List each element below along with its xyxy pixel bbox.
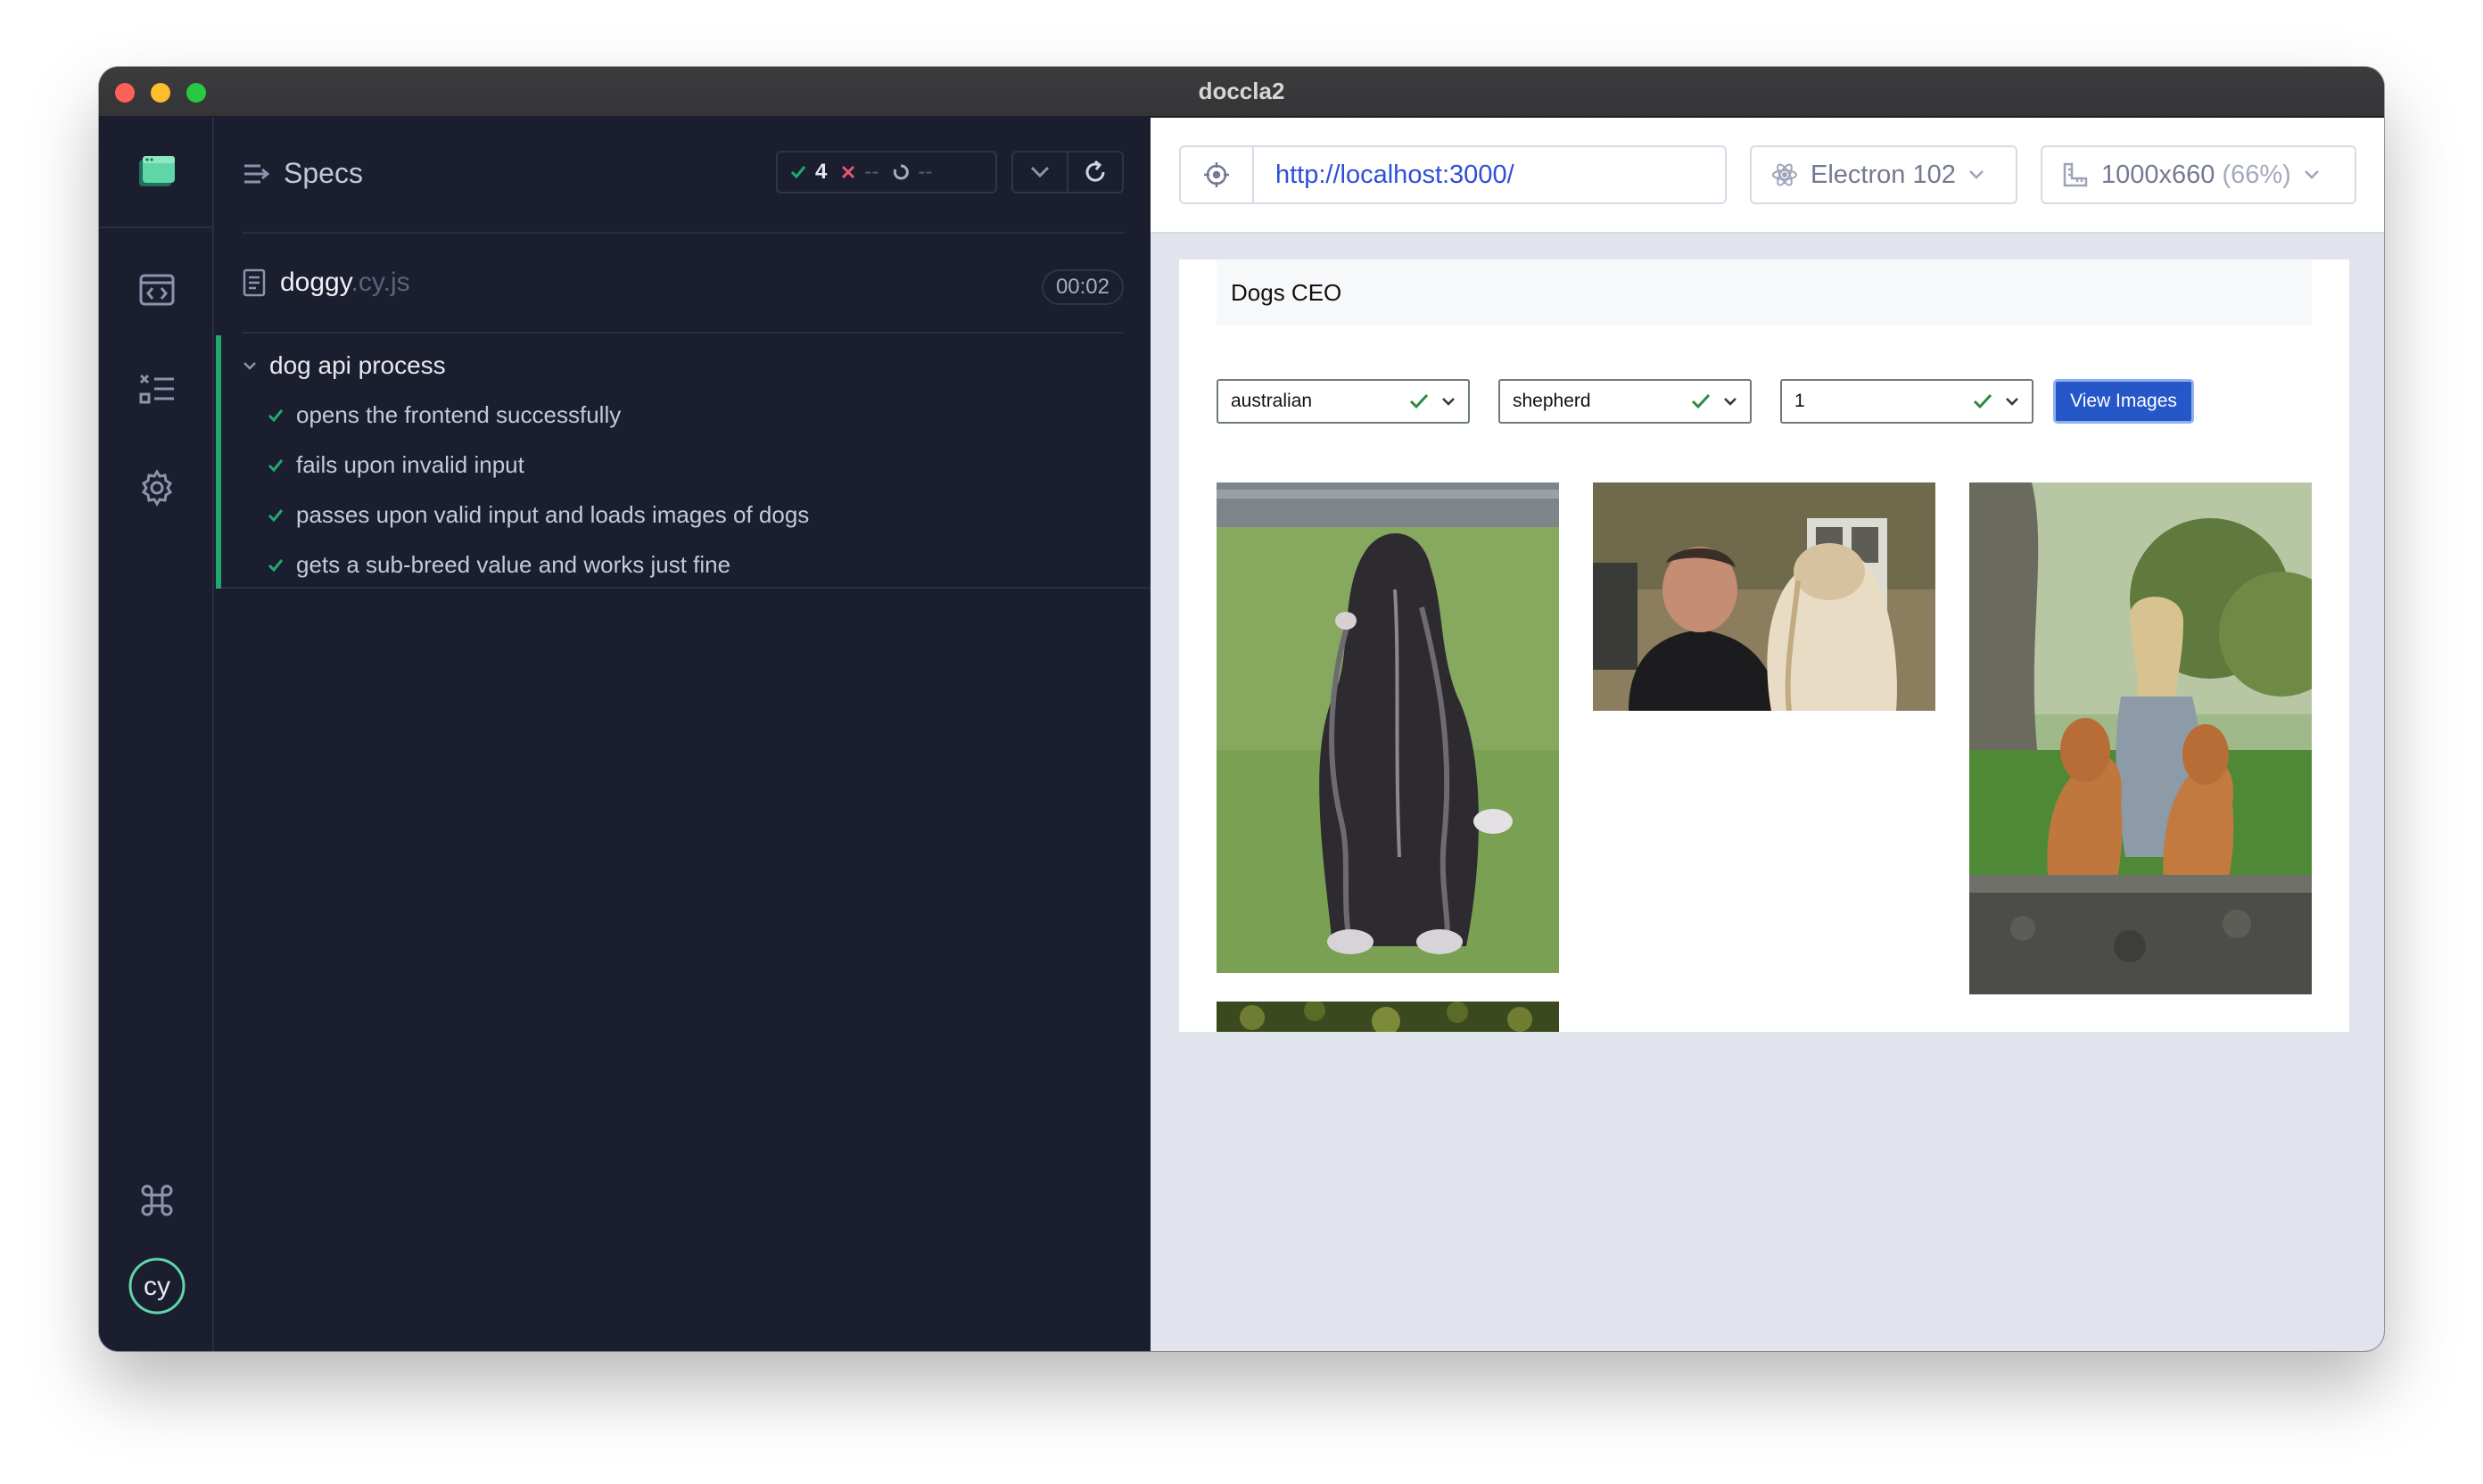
spec-duration: 00:02 [1041, 269, 1124, 305]
valid-check-icon [1409, 393, 1429, 409]
spec-file-name: doggy [280, 268, 351, 297]
specs-toggle[interactable]: Specs [243, 157, 363, 190]
aut-header: http://localhost:3000/ Electron 102 1000… [1151, 118, 2384, 234]
chevron-down-icon [1724, 398, 1736, 406]
url-text[interactable]: http://localhost:3000/ [1254, 147, 1514, 202]
check-icon [268, 558, 284, 572]
minimize-window-button[interactable] [151, 83, 170, 103]
check-icon [790, 166, 806, 179]
window-title: doccla2 [1198, 78, 1285, 104]
check-icon [268, 508, 284, 522]
app-window: doccla2 cy Specs 4 -- -- doggy.cy.js 00:… [99, 67, 2384, 1351]
reporter-header: Specs 4 -- -- [243, 118, 1124, 234]
app-under-test-frame: Dogs CEO australian shepherd 1 View Imag… [1179, 260, 2349, 1032]
view-images-button[interactable]: View Images [2053, 379, 2194, 424]
ruler-icon [2063, 162, 2088, 187]
dog-image[interactable] [1217, 1002, 1559, 1032]
cross-icon [842, 165, 855, 179]
window-controls [115, 83, 206, 103]
suite-status-bar [216, 335, 221, 589]
suite-title-row[interactable]: dog api process [243, 351, 446, 380]
chevron-down-icon [2304, 170, 2319, 179]
test-stats: 4 -- -- [776, 151, 997, 194]
test-title: fails upon invalid input [296, 451, 524, 478]
collapse-button[interactable] [1013, 153, 1067, 192]
test-title: opens the frontend successfully [296, 401, 622, 428]
passed-count: 4 [815, 160, 828, 184]
settings-gear-icon[interactable] [99, 452, 214, 524]
aut-panel: http://localhost:3000/ Electron 102 1000… [1151, 118, 2384, 1351]
app-brand[interactable]: Dogs CEO [1231, 279, 1341, 307]
test-row[interactable]: gets a sub-breed value and works just fi… [268, 551, 730, 579]
test-title: passes upon valid input and loads images… [296, 501, 810, 528]
dog-image[interactable] [1969, 482, 2312, 994]
check-icon [268, 458, 284, 472]
close-window-button[interactable] [115, 83, 135, 103]
viewport-select[interactable]: 1000x660 (66%) [2041, 145, 2356, 204]
dog-image[interactable] [1593, 482, 1935, 711]
test-row[interactable]: fails upon invalid input [268, 451, 524, 479]
valid-check-icon [1973, 393, 1992, 409]
rerun-button[interactable] [1067, 153, 1122, 192]
app-navbar: Dogs CEO [1217, 260, 2312, 326]
check-icon [268, 408, 284, 422]
document-icon [243, 268, 266, 297]
cypress-logo-icon[interactable]: cy [99, 1250, 214, 1322]
selector-playground-button[interactable] [1181, 147, 1254, 202]
sub-breed-value: shepherd [1513, 391, 1591, 411]
pending-count: -- [918, 160, 933, 184]
cypress-app-icon[interactable] [99, 118, 214, 228]
test-list-icon[interactable] [99, 353, 214, 425]
chevron-down-icon [2006, 398, 2018, 406]
refresh-icon [1085, 160, 1105, 182]
valid-check-icon [1691, 393, 1711, 409]
chevron-down-icon [1442, 398, 1455, 406]
svg-text:cy: cy [144, 1272, 170, 1301]
test-row[interactable]: passes upon valid input and loads images… [268, 501, 809, 529]
maximize-window-button[interactable] [186, 83, 206, 103]
image-count-value: 1 [1794, 391, 1805, 411]
test-tree: dog api process opens the frontend succe… [216, 335, 1151, 589]
title-bar: doccla2 [99, 67, 2384, 117]
chevron-down-icon [1030, 166, 1050, 178]
sub-breed-select[interactable]: shepherd [1498, 379, 1752, 424]
breed-value: australian [1231, 391, 1313, 411]
test-title: gets a sub-breed value and works just fi… [296, 551, 731, 578]
test-row[interactable]: opens the frontend successfully [268, 401, 621, 429]
suite-title: dog api process [269, 351, 446, 379]
passed-stat: 4 [790, 160, 827, 185]
specs-code-icon[interactable] [99, 254, 214, 326]
chevron-down-icon [1968, 170, 1984, 179]
pending-stat: -- [893, 160, 932, 185]
chevron-down-icon [243, 362, 256, 370]
spec-file-row: doggy.cy.js 00:02 [243, 235, 1124, 334]
viewport-scale: (66%) [2222, 160, 2291, 189]
url-bar: http://localhost:3000/ [1179, 145, 1727, 204]
pending-icon [894, 164, 910, 180]
specs-label: Specs [284, 157, 363, 189]
viewport-size: 1000x660 [2101, 160, 2215, 189]
failed-stat: -- [841, 160, 879, 185]
crosshair-icon [1204, 162, 1229, 187]
electron-icon [1772, 163, 1797, 186]
breed-select[interactable]: australian [1217, 379, 1470, 424]
spec-file[interactable]: doggy.cy.js [243, 268, 410, 298]
spec-file-ext: .cy.js [351, 268, 410, 297]
browser-label: Electron 102 [1811, 160, 1956, 189]
image-count-select[interactable]: 1 [1780, 379, 2033, 424]
reporter-panel: Specs 4 -- -- doggy.cy.js 00:02 dog api … [216, 118, 1151, 1351]
browser-select[interactable]: Electron 102 [1750, 145, 2017, 204]
specs-list-icon [244, 164, 270, 183]
sidebar-rail: cy [99, 118, 214, 1351]
dog-image[interactable] [1217, 482, 1559, 973]
command-key-icon[interactable] [99, 1165, 214, 1236]
reporter-controls [1011, 151, 1124, 194]
failed-count: -- [864, 160, 879, 184]
